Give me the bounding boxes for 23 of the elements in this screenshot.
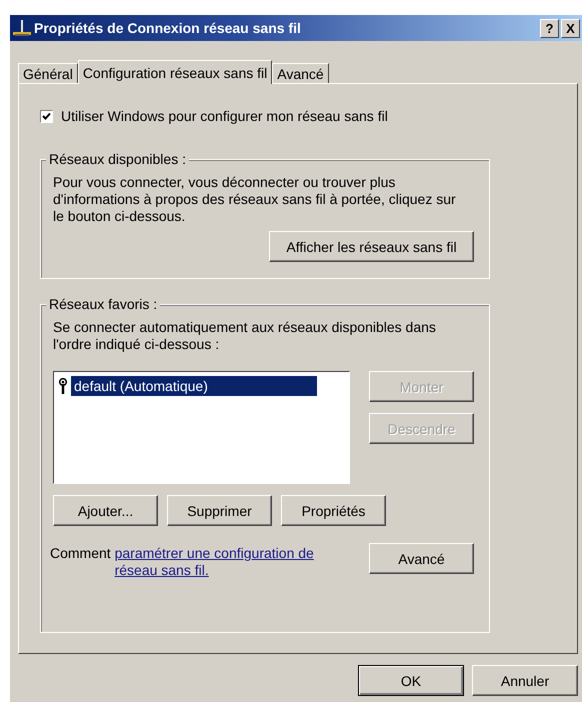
list-button[interactable]: Ajouter...	[53, 495, 158, 526]
close-button[interactable]: X	[561, 18, 580, 38]
advanced-button[interactable]: Avancé	[369, 543, 474, 574]
list-button[interactable]: Supprimer	[167, 495, 272, 526]
tab[interactable]: Avancé	[272, 63, 329, 83]
checkbox[interactable]	[40, 110, 53, 122]
help-button[interactable]: ?	[540, 18, 559, 38]
help-text: Comment paramétrer une configuration de réseau sans fil.	[50, 545, 340, 579]
window-title: Propriétés de Connexion réseau sans fil	[34, 20, 302, 36]
group-title: Réseaux favoris :	[46, 296, 160, 312]
list-button[interactable]: Propriétés	[281, 495, 386, 526]
tab[interactable]: Configuration réseaux sans fil	[78, 60, 272, 84]
checkbox-label: Utiliser Windows pour configurer mon réseau sans fil	[61, 108, 388, 124]
cancel-button[interactable]: Annuler	[472, 665, 578, 696]
ok-button[interactable]: OK	[358, 665, 464, 696]
antenna-icon	[58, 378, 68, 394]
description-text: Pour vous connecter, vous déconnecter ou trouver plus d'informations à propos des réseaux sans fil à portée, cliquez sur le bouton ci-dessous.	[53, 174, 457, 225]
description-text: Se connecter automatiquement aux réseaux disponibles dans l'ordre indiqué ci-dessous :	[53, 319, 437, 353]
help-link[interactable]: paramétrer une configuration de réseau sans fil.	[114, 545, 325, 579]
view-networks-button[interactable]: Afficher les réseaux sans fil	[269, 231, 474, 262]
tab[interactable]: Général	[18, 63, 78, 83]
network-icon	[12, 19, 32, 37]
group-title: Réseaux disponibles :	[46, 151, 189, 167]
